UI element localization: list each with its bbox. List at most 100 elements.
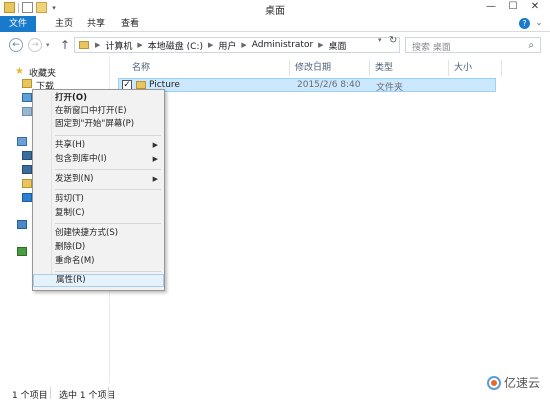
status-bar: 1 个项目 选中 1 个项目	[0, 384, 550, 403]
tab-home[interactable]: 主页	[50, 16, 78, 32]
tab-file[interactable]: 文件	[0, 16, 36, 32]
menu-item-label: 剪切(T)	[55, 194, 84, 204]
menu-item-label: 打开(O)	[55, 93, 87, 103]
watermark-logo-icon	[486, 375, 501, 390]
column-divider[interactable]	[448, 60, 449, 76]
submenu-arrow-icon: ▶	[152, 141, 158, 149]
column-size[interactable]: 大小	[454, 60, 472, 73]
pictures-library-icon	[22, 165, 32, 174]
search-input[interactable]: 搜索 桌面 ⌕	[405, 37, 541, 53]
search-icon[interactable]: ⌕	[528, 40, 534, 51]
folder-icon	[79, 41, 89, 49]
recent-places-icon	[22, 107, 32, 116]
libraries-icon	[17, 137, 27, 146]
context-menu: 打开(O) 在新窗口中打开(E) 固定到"开始"屏幕(P) 共享(H) ▶ 包含到…	[32, 89, 165, 291]
chevron-right-icon[interactable]: ▶	[316, 41, 325, 49]
menu-item-label: 重命名(M)	[55, 256, 95, 266]
menu-separator	[55, 223, 161, 224]
ribbon-tabs: 文件 主页 共享 查看 ? ⌄	[0, 16, 550, 32]
menu-item-properties[interactable]: 属性(R)	[33, 274, 164, 287]
desktop-icon	[22, 93, 32, 102]
menu-separator	[55, 189, 161, 190]
menu-separator	[55, 271, 161, 272]
breadcrumb-local-disk[interactable]: 本地磁盘 (C:)	[145, 39, 206, 52]
minimize-button[interactable]: —	[480, 0, 502, 14]
column-date[interactable]: 修改日期	[295, 60, 331, 73]
network-icon	[17, 247, 27, 256]
menu-item-label: 共享(H)	[55, 140, 86, 150]
menu-item-label: 删除(D)	[55, 242, 86, 252]
breadcrumb-desktop[interactable]: 桌面	[326, 39, 350, 52]
file-date: 2015/2/6 8:40	[297, 80, 361, 90]
folder-icon	[136, 81, 146, 89]
status-divider	[50, 387, 51, 399]
chevron-right-icon[interactable]: ▶	[135, 41, 144, 49]
menu-item-copy[interactable]: 复制(C)	[33, 207, 164, 220]
column-divider[interactable]	[289, 60, 290, 76]
breadcrumb-computer[interactable]: 计算机	[102, 39, 135, 52]
column-name[interactable]: 名称	[132, 60, 150, 73]
search-placeholder: 搜索 桌面	[412, 43, 451, 53]
breadcrumb-administrator[interactable]: Administrator	[249, 40, 316, 50]
submenu-arrow-icon: ▶	[152, 175, 158, 183]
menu-item-rename[interactable]: 重命名(M)	[33, 255, 164, 268]
navigation-bar: ← → ▾ ↑ ▶ 计算机 ▶ 本地磁盘 (C:) ▶ 用户 ▶ Adminis…	[0, 33, 550, 57]
menu-item-include-in-library[interactable]: 包含到库中(I) ▶	[33, 153, 164, 166]
up-button[interactable]: ↑	[60, 38, 70, 52]
videos-library-icon	[22, 151, 32, 160]
file-row[interactable]: ✓ Picture 2015/2/6 8:40 文件夹	[118, 78, 496, 93]
menu-item-label: 属性(R)	[56, 275, 86, 285]
chevron-right-icon[interactable]: ▶	[239, 41, 248, 49]
close-button[interactable]: ✕	[524, 0, 546, 14]
menu-item-label: 固定到"开始"屏幕(P)	[55, 119, 135, 129]
menu-item-send-to[interactable]: 发送到(N) ▶	[33, 173, 164, 186]
menu-item-open-new-window[interactable]: 在新窗口中打开(E)	[33, 105, 164, 118]
menu-item-label: 创建快捷方式(S)	[55, 228, 119, 238]
menu-item-create-shortcut[interactable]: 创建快捷方式(S)	[33, 227, 164, 240]
menu-item-cut[interactable]: 剪切(T)	[33, 193, 164, 206]
help-icon[interactable]: ?	[519, 18, 530, 29]
submenu-arrow-icon: ▶	[152, 155, 158, 163]
menu-item-label: 在新窗口中打开(E)	[55, 106, 127, 116]
column-divider[interactable]	[501, 60, 502, 76]
forward-button[interactable]: →	[28, 38, 42, 52]
column-headers: ⌃ 名称 修改日期 类型 大小	[112, 57, 542, 76]
tab-share[interactable]: 共享	[82, 16, 110, 32]
menu-item-label: 包含到库中(I)	[55, 154, 107, 164]
watermark: 亿速云	[486, 374, 540, 391]
maximize-button[interactable]: ☐	[502, 0, 524, 14]
menu-item-share[interactable]: 共享(H) ▶	[33, 139, 164, 152]
menu-item-open[interactable]: 打开(O)	[33, 92, 164, 105]
refresh-icon[interactable]: ↻	[389, 35, 397, 46]
menu-item-delete[interactable]: 删除(D)	[33, 241, 164, 254]
menu-item-pin-to-start[interactable]: 固定到"开始"屏幕(P)	[33, 118, 164, 131]
recent-locations-icon[interactable]: ▾	[46, 41, 50, 49]
menu-separator	[55, 135, 161, 136]
downloads-folder-icon	[22, 79, 32, 88]
chevron-right-icon[interactable]: ▶	[206, 41, 215, 49]
selected-count: 选中 1 个项目	[59, 391, 116, 401]
watermark-text: 亿速云	[503, 376, 540, 390]
chevron-right-icon[interactable]: ▶	[93, 41, 102, 49]
menu-item-label: 复制(C)	[55, 208, 85, 218]
sidebar-item-favorites[interactable]: 收藏夹	[29, 66, 56, 79]
back-button[interactable]: ←	[9, 38, 23, 52]
file-type: 文件夹	[376, 83, 404, 93]
item-count: 1 个项目	[12, 391, 48, 401]
address-bar[interactable]: ▶ 计算机 ▶ 本地磁盘 (C:) ▶ 用户 ▶ Administrator ▶…	[74, 37, 400, 53]
status-divider	[108, 387, 109, 399]
music-library-icon	[22, 193, 32, 202]
column-type[interactable]: 类型	[375, 60, 393, 73]
window-controls: — ☐ ✕	[480, 0, 546, 14]
documents-library-icon	[22, 179, 32, 188]
tab-view[interactable]: 查看	[116, 16, 144, 32]
computer-icon	[17, 220, 27, 229]
breadcrumb-users[interactable]: 用户	[215, 39, 239, 52]
menu-separator	[55, 169, 161, 170]
address-history-icon[interactable]: ▾	[378, 36, 382, 44]
menu-item-label: 发送到(N)	[55, 174, 94, 184]
title-bar: ▾ 桌面 — ☐ ✕	[0, 0, 550, 17]
column-divider[interactable]	[369, 60, 370, 76]
expand-ribbon-icon[interactable]: ⌄	[534, 18, 544, 28]
favorites-star-icon: ★	[15, 66, 24, 77]
